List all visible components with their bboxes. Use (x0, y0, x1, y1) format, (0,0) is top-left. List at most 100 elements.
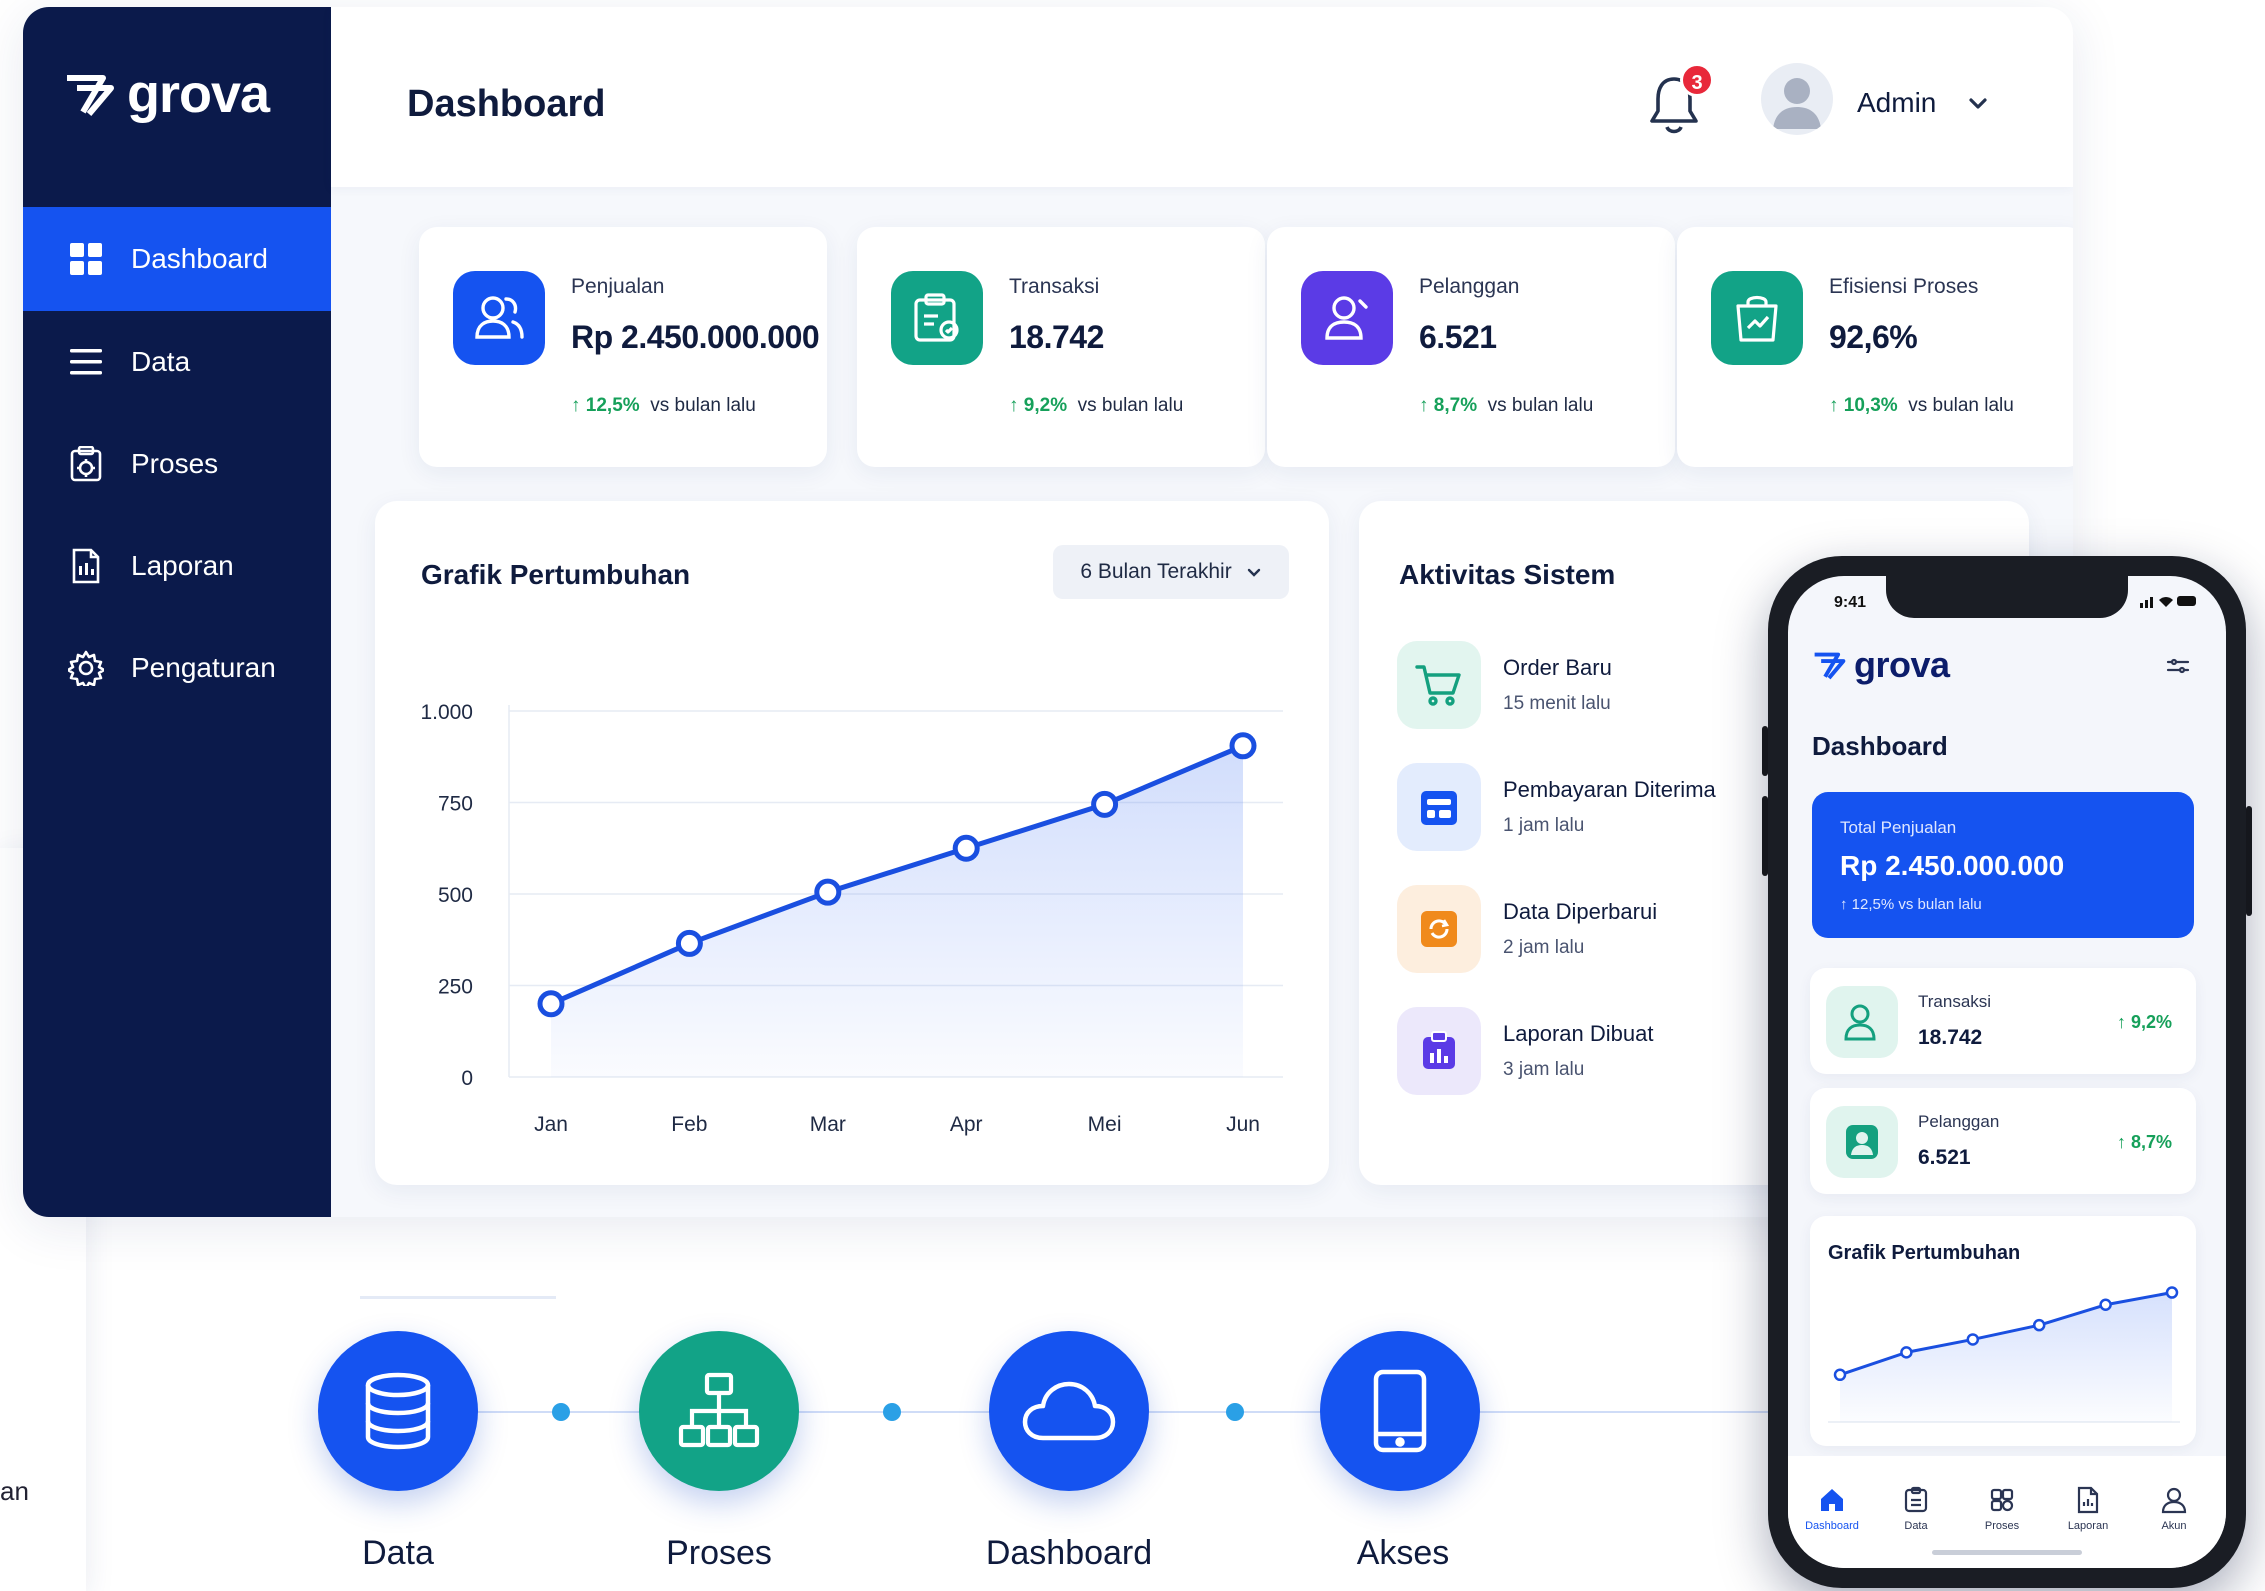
tab-label: Data (1904, 1520, 1928, 1532)
sidebar-item-label: Laporan (131, 550, 234, 581)
data-point (952, 834, 980, 862)
tab-label: Proses (1984, 1520, 2020, 1532)
avatar[interactable] (1761, 63, 1833, 135)
tab-dashboard[interactable]: Dashboard (1792, 1486, 1872, 1532)
growth-chart-card: Grafik Pertumbuhan 6 Bulan Terakhir 1.00… (375, 501, 1329, 1185)
stat-label: Pelanggan (1419, 275, 1520, 298)
edge-caption: an (0, 1476, 29, 1506)
x-tick-label: Jan (534, 1113, 568, 1136)
flow-step-data[interactable] (318, 1331, 478, 1491)
stat-value: 6.521 (1419, 319, 1497, 355)
y-tick-label: 250 (438, 976, 473, 999)
stat-card-transaksi: Transaksi 18.742 ↑ 9,2% vs bulan lalu (857, 227, 1265, 467)
sidebar-item-pengaturan[interactable]: Pengaturan (23, 617, 331, 719)
grova-logo-icon (67, 75, 114, 116)
side-button (1762, 726, 1768, 776)
stat-label: Penjualan (571, 275, 665, 298)
hierarchy-icon (678, 1372, 760, 1448)
flow-label: Data (362, 1534, 434, 1572)
activity-time: 3 jam lalu (1503, 1059, 1585, 1080)
activity-name: Pembayaran Diterima (1503, 777, 1716, 802)
sidebar-item-laporan[interactable]: Laporan (23, 515, 331, 617)
stat-card-penjualan: Penjualan Rp 2.450.000.000 ↑ 12,5% vs bu… (419, 227, 827, 467)
account-icon (2161, 1487, 2187, 1514)
database-icon (365, 1372, 431, 1450)
mobile-brand-name: grova (1854, 644, 1950, 685)
flow-step-proses[interactable] (639, 1331, 799, 1491)
process-icon (67, 445, 105, 483)
trend-change: ↑ 8,7% (1419, 395, 1478, 416)
side-button (2246, 806, 2252, 916)
data-point (2032, 1318, 2046, 1332)
process-icon (1990, 1488, 2014, 1512)
data-icon (1904, 1486, 1928, 1513)
payment-icon (1397, 763, 1481, 851)
stat-label: Transaksi (1009, 275, 1100, 298)
mobile-growth-chart: Grafik Pertumbuhan (1810, 1216, 2196, 1446)
data-point (814, 878, 842, 906)
brand-name: grova (127, 64, 270, 124)
data-point (1833, 1368, 1847, 1382)
sidebar-item-proses[interactable]: Proses (23, 413, 331, 515)
tab-laporan[interactable]: Laporan (2048, 1486, 2128, 1532)
flow-step-dashboard[interactable] (989, 1331, 1149, 1491)
sidebar-item-label: Data (131, 346, 191, 377)
sidebar-item-dashboard[interactable]: Dashboard (23, 207, 331, 311)
phone-notch (1886, 576, 2128, 618)
x-tick-label: Feb (671, 1113, 707, 1136)
status-time: 9:41 (1834, 594, 1867, 611)
hero-label: Total Penjualan (1840, 818, 1957, 837)
sidebar-item-label: Pengaturan (131, 652, 276, 683)
mobile-stat-trend: ↑ 9,2% (2116, 1012, 2172, 1032)
tab-akun[interactable]: Akun (2134, 1486, 2214, 1532)
mobile-stat-value: 6.521 (1918, 1146, 1971, 1169)
mobile-stat-card[interactable]: Transaksi 18.742 ↑ 9,2% (1810, 968, 2196, 1074)
mobile-stat-card[interactable]: Pelanggan 6.521 ↑ 8,7% (1810, 1088, 2196, 1194)
cloud-icon (1022, 1381, 1116, 1441)
mobile-stat-label: Transaksi (1918, 992, 1992, 1011)
sidebar-item-label: Proses (131, 448, 219, 479)
x-tick-label: Mei (1088, 1113, 1122, 1136)
trend-note: vs bulan lalu (1077, 395, 1184, 416)
menu-icon[interactable] (2166, 656, 2190, 676)
home-icon (1821, 1489, 1843, 1511)
mobile-brand-logo[interactable]: grova (1812, 644, 1950, 686)
status-icons (2140, 596, 2196, 608)
trend-change: ↑ 9,2% (1009, 395, 1068, 416)
mobile-icon (1373, 1369, 1427, 1453)
growth-line-chart: 1.000 750 500 250 0 Jan Feb Mar Apr Mei Jun (420, 701, 1283, 1136)
grova-logo-icon (1814, 652, 1846, 680)
stat-label: Efisiensi Proses (1829, 275, 1979, 298)
user-name[interactable]: Admin (1857, 87, 1936, 119)
tab-proses[interactable]: Proses (1962, 1486, 2042, 1532)
home-indicator (1932, 1550, 2082, 1555)
data-point (2099, 1298, 2112, 1312)
hero-value: Rp 2.450.000.000 (1840, 850, 2065, 881)
stat-value: Rp 2.450.000.000 (571, 319, 820, 355)
side-button (1762, 796, 1768, 876)
mobile-phone: 9:41 grova Dashboard Total Penjualan Rp … (1762, 556, 2252, 1588)
stat-trend: ↑ 8,7% vs bulan lalu (1419, 395, 1593, 417)
stat-trend: ↑ 10,3% vs bulan lalu (1829, 395, 2014, 417)
bag-icon (1711, 271, 1803, 365)
flow-label: Akses (1356, 1534, 1450, 1572)
flow-dot (1226, 1403, 1244, 1421)
brand-logo[interactable]: grova (63, 63, 270, 125)
flow-step-akses[interactable] (1320, 1331, 1480, 1491)
stat-trend: ↑ 12,5% vs bulan lalu (571, 395, 756, 417)
sidebar-item-label: Dashboard (131, 243, 268, 274)
sidebar-item-data[interactable]: Data (23, 311, 331, 413)
x-tick-label: Jun (1226, 1113, 1260, 1136)
trend-change: ↑ 12,5% (571, 395, 640, 416)
chevron-down-icon[interactable] (1965, 91, 1991, 117)
tab-data[interactable]: Data (1876, 1486, 1956, 1532)
mobile-sales-card[interactable]: Total Penjualan Rp 2.450.000.000 ↑ 12,5%… (1812, 792, 2194, 938)
user-icon (1301, 271, 1393, 365)
data-point (2165, 1286, 2179, 1299)
flow-label: Dashboard (985, 1534, 1153, 1572)
trend-note: vs bulan lalu (650, 395, 756, 416)
area-fill (551, 745, 1243, 1077)
activity-title: Aktivitas Sistem (1399, 559, 1616, 590)
mobile-page-title: Dashboard (1812, 731, 1948, 761)
refresh-icon (1397, 885, 1481, 973)
